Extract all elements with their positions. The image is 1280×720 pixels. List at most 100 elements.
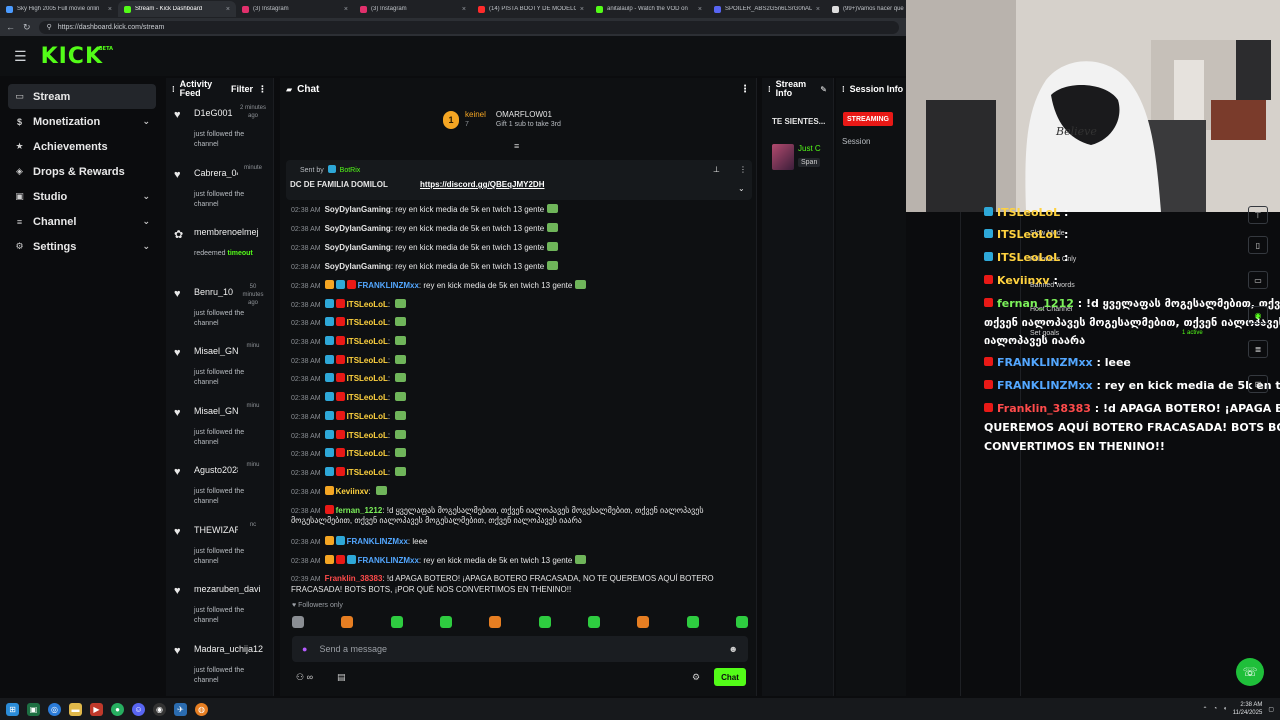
chat-username[interactable]: SoyDylanGaming: [325, 205, 391, 214]
chat-username[interactable]: ITSLeoLoL: [347, 374, 388, 383]
chat-message[interactable]: 02:38 AM SoyDylanGaming: rey en kick medi…: [291, 223, 559, 235]
back-icon[interactable]: ←: [6, 22, 15, 32]
app-green-icon[interactable]: ●: [111, 702, 124, 716]
rail-green-icon[interactable]: ◉: [1248, 306, 1268, 324]
browser-tab[interactable]: (14) PISTA BOOTY DE MODELO ×: [472, 1, 590, 17]
more-options-icon[interactable]: ⋮: [258, 84, 267, 95]
category-name[interactable]: Just C: [798, 144, 821, 153]
tab-close-icon[interactable]: ×: [698, 6, 702, 13]
chat-input[interactable]: ● Send a message ☻: [292, 636, 748, 662]
chat-message[interactable]: 02:38 AM ITSLeoLoL:: [291, 355, 407, 367]
quick-emote-icon[interactable]: [538, 616, 551, 628]
chevron-down-icon[interactable]: ⌄: [142, 241, 150, 252]
obs-icon[interactable]: ◉: [153, 702, 166, 716]
activity-item[interactable]: ♥ Misael_GN15 minu just followed the channe…: [166, 338, 273, 398]
quick-emote-icon[interactable]: [637, 616, 650, 628]
chat-username[interactable]: SoyDylanGaming: [325, 224, 391, 233]
chat-message[interactable]: 02:38 AM ITSLeoLoL:: [291, 336, 407, 348]
chevron-down-icon[interactable]: ⌄: [142, 116, 150, 127]
support-button[interactable]: ☏: [1236, 658, 1264, 686]
folder-icon[interactable]: ▬: [69, 702, 82, 716]
app-blue-icon[interactable]: ✈: [174, 702, 187, 716]
sidebar-item-drops-rewards[interactable]: ◈ Drops & Rewards: [8, 159, 156, 184]
rail-doc-icon[interactable]: ▯: [1248, 236, 1268, 254]
site-info-icon[interactable]: ⚲: [47, 23, 52, 31]
tab-close-icon[interactable]: ×: [816, 6, 820, 13]
activity-username[interactable]: membrenoelmej: [194, 227, 268, 237]
chat-username[interactable]: ITSLeoLoL: [347, 431, 388, 440]
browser-tab[interactable]: Stream - Kick Dashboard ×: [118, 1, 236, 17]
browser-tab[interactable]: Sky High 2005 Full movie onlin ×: [0, 1, 118, 17]
chat-message[interactable]: 02:38 AM ITSLeoLoL:: [291, 317, 407, 329]
app-red-icon[interactable]: ▶: [90, 702, 103, 716]
reload-icon[interactable]: ↻: [23, 22, 31, 33]
activity-item[interactable]: ♥ THEWIZARD_X nc just followed the channel: [166, 517, 273, 577]
chat-message[interactable]: 02:38 AM ITSLeoLoL:: [291, 392, 407, 404]
pin-icon[interactable]: ⊥: [713, 165, 720, 174]
rail-pin-icon[interactable]: ⊤: [1248, 206, 1268, 224]
chat-send-button[interactable]: Chat: [714, 668, 746, 686]
chat-message[interactable]: 02:38 AM FRANKLINZMxx: rey en kick media …: [291, 280, 587, 292]
activity-item[interactable]: ♥ mezaruben_davi just followed the channel: [166, 576, 273, 636]
activity-item[interactable]: ♥ Madara_uchija12 just followed the channe…: [166, 636, 273, 696]
drag-handle-icon[interactable]: ⁞: [172, 85, 175, 94]
tab-close-icon[interactable]: ×: [344, 6, 348, 13]
sidebar-item-monetization[interactable]: $ Monetization ⌄: [8, 109, 156, 134]
shop-icon[interactable]: ▤: [337, 672, 346, 683]
activity-username[interactable]: D1eG001: [194, 108, 238, 118]
notification-icon[interactable]: ▢: [1268, 706, 1274, 713]
sidebar-item-channel[interactable]: ≡ Channel ⌄: [8, 209, 156, 234]
sidebar-item-stream[interactable]: ▭ Stream: [8, 84, 156, 109]
chat-username[interactable]: FRANKLINZMxx: [347, 537, 408, 546]
expand-pinned-icon[interactable]: ⌄: [738, 184, 745, 193]
address-bar[interactable]: ⚲ https://dashboard.kick.com/stream: [38, 20, 899, 34]
activity-username[interactable]: THEWIZARD_X: [194, 525, 238, 535]
browser-tab[interactable]: SPOILER_ABS2G5n6LSrG0hALIO ×: [708, 1, 826, 17]
chat-message[interactable]: 02:38 AM FRANKLINZMxx: rey en kick media …: [291, 555, 587, 567]
volume-icon[interactable]: ◖: [1223, 706, 1227, 712]
chat-username[interactable]: SoyDylanGaming: [325, 262, 391, 271]
chat-settings-icon[interactable]: ⚙: [692, 672, 700, 683]
app-orange-icon[interactable]: ◍: [195, 702, 208, 716]
rail-extra-icon[interactable]: ⊞: [1248, 375, 1268, 393]
chrome-icon[interactable]: ◎: [48, 702, 61, 716]
chat-message[interactable]: 02:38 AM ITSLeoLoL:: [291, 411, 407, 423]
browser-tab[interactable]: (3) Instagram ×: [354, 1, 472, 17]
chevron-down-icon[interactable]: ⌄: [142, 191, 150, 202]
chat-username[interactable]: FRANKLINZMxx: [358, 556, 419, 565]
activity-username[interactable]: Misael_GN15: [194, 346, 238, 356]
chat-tools-icon[interactable]: ⚇ ∞: [296, 672, 313, 683]
chat-username[interactable]: ITSLeoLoL: [347, 449, 388, 458]
rail-list-icon[interactable]: ≣: [1248, 340, 1268, 358]
quick-emote-icon[interactable]: [439, 616, 452, 628]
quick-emote-icon[interactable]: [341, 616, 354, 628]
activity-item[interactable]: ♥ Misael_GN15 minu just followed the channe…: [166, 398, 273, 458]
windows-start-icon[interactable]: ⊞: [6, 702, 19, 716]
chat-username[interactable]: ITSLeoLoL: [347, 393, 388, 402]
activity-item[interactable]: ♥ Cabrera_04 minute just followed the chann…: [166, 160, 273, 220]
activity-item[interactable]: ♥ Agusto2028 minu just followed the channel: [166, 457, 273, 517]
chat-message[interactable]: 02:38 AM SoyDylanGaming: rey en kick medi…: [291, 242, 559, 254]
collapse-gifters-icon[interactable]: ≡: [514, 141, 519, 151]
chat-options-icon[interactable]: ⋮: [740, 84, 750, 95]
activity-username[interactable]: Agusto2028: [194, 465, 238, 475]
pinned-link[interactable]: https://discord.gg/QBEqJMY2DH: [420, 180, 544, 189]
chat-username[interactable]: ITSLeoLoL: [347, 318, 388, 327]
discord-icon[interactable]: ☺: [132, 702, 145, 716]
activity-username[interactable]: Cabrera_04: [194, 168, 238, 178]
sidebar-item-settings[interactable]: ⚙ Settings ⌄: [8, 234, 156, 259]
terminal-icon[interactable]: ▣: [27, 702, 40, 716]
mic-icon[interactable]: ●: [302, 644, 307, 654]
chat-message[interactable]: FRACASADA! BOTS BOTS, ¡POR QUÉ NOS CONVE…: [291, 585, 571, 595]
quick-emote-icon[interactable]: [292, 616, 304, 628]
tray-chevron-icon[interactable]: ⌃: [1202, 706, 1207, 713]
chat-message[interactable]: 02:38 AM ITSLeoLoL:: [291, 430, 407, 442]
chat-message[interactable]: მოგესალმებით, თქვენ იალოპავეს მოგესალმებ…: [291, 516, 582, 526]
filter-button[interactable]: Filter: [231, 84, 253, 94]
chat-username[interactable]: FRANKLINZMxx: [358, 281, 419, 290]
drag-handle-icon[interactable]: ⁞: [768, 85, 771, 94]
chat-message[interactable]: 02:38 AM ITSLeoLoL:: [291, 373, 407, 385]
activity-username[interactable]: Benru_10: [194, 287, 238, 297]
chat-username[interactable]: SoyDylanGaming: [325, 243, 391, 252]
tab-close-icon[interactable]: ×: [580, 6, 584, 13]
